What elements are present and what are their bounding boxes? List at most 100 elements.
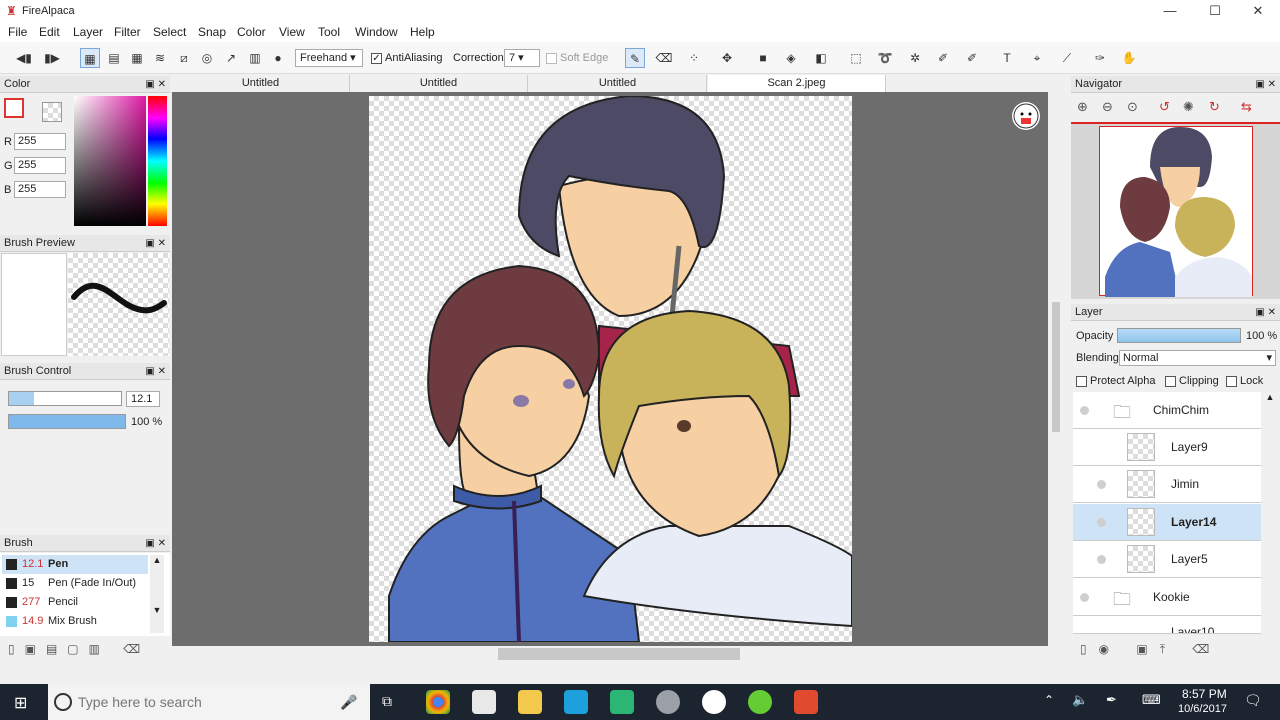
zoom-in-icon[interactable]: ⊕ bbox=[1077, 99, 1088, 115]
lasso-tool-icon[interactable]: ➰ bbox=[875, 48, 895, 68]
rotate-reset-icon[interactable]: ✺ bbox=[1183, 99, 1194, 115]
clock-date[interactable]: 10/6/2017 bbox=[1178, 703, 1227, 715]
menu-tool[interactable]: Tool bbox=[318, 25, 340, 39]
snap-curve-icon[interactable]: ↗ bbox=[221, 48, 241, 68]
select-tool-icon[interactable]: ⬚ bbox=[846, 48, 866, 68]
snap-circle-icon[interactable]: ◎ bbox=[197, 48, 217, 68]
menu-layer[interactable]: Layer bbox=[73, 25, 103, 39]
fill-tool-icon[interactable]: ■ bbox=[753, 48, 773, 68]
select-pen-icon[interactable]: ✐ bbox=[933, 48, 953, 68]
menu-file[interactable]: File bbox=[8, 25, 27, 39]
stroke-mode-select[interactable]: Freehand ▾ bbox=[295, 49, 363, 67]
bucket-tool-icon[interactable]: ◈ bbox=[781, 48, 801, 68]
visibility-eye-icon[interactable] bbox=[1097, 480, 1106, 489]
visibility-eye-icon[interactable] bbox=[1097, 518, 1106, 527]
tab-untitled-1[interactable]: Untitled bbox=[172, 75, 350, 92]
menu-select[interactable]: Select bbox=[153, 25, 186, 39]
zoom-out-icon[interactable]: ⊖ bbox=[1102, 99, 1113, 115]
brush-item-pencil[interactable]: 277 Pencil bbox=[2, 593, 148, 612]
show-hidden-icons-icon[interactable]: ⌃ bbox=[1044, 693, 1054, 707]
dot-tool-icon[interactable]: ⁘ bbox=[684, 48, 704, 68]
alpaca-mascot-icon[interactable] bbox=[1012, 102, 1040, 130]
layer-item-layer9[interactable]: Layer9 bbox=[1073, 429, 1261, 466]
snap-dot-icon[interactable]: ● bbox=[268, 48, 288, 68]
brush-list-scrollbar[interactable]: ▲ ▼ bbox=[150, 555, 164, 633]
brush-item-pen[interactable]: 12.1 Pen bbox=[2, 555, 148, 574]
firealpaca-taskbar-icon[interactable] bbox=[702, 690, 726, 714]
snap-3d-icon[interactable]: ▥ bbox=[245, 48, 265, 68]
visibility-eye-icon[interactable] bbox=[1097, 555, 1106, 564]
panel-buttons[interactable]: ▣ ✕ bbox=[1255, 76, 1276, 93]
windows-start-icon[interactable]: ⊞ bbox=[14, 693, 27, 713]
layer-opacity-slider[interactable] bbox=[1117, 328, 1241, 343]
volume-icon[interactable]: 🔈 bbox=[1072, 692, 1088, 708]
panel-buttons[interactable]: ▣ ✕ bbox=[145, 363, 166, 380]
store-icon[interactable] bbox=[472, 690, 496, 714]
visibility-eye-icon[interactable] bbox=[1080, 593, 1089, 602]
rotate-right-icon[interactable]: ↻ bbox=[1209, 99, 1220, 115]
clock-time[interactable]: 8:57 PM bbox=[1182, 687, 1227, 701]
tab-untitled-3[interactable]: Untitled bbox=[529, 75, 707, 92]
snap-grid-icon[interactable]: ▦ bbox=[127, 48, 147, 68]
brush-size-value[interactable]: 12.1 bbox=[126, 391, 160, 407]
primary-color-swatch[interactable] bbox=[4, 98, 24, 118]
canvas-h-scrollbar[interactable] bbox=[172, 646, 1062, 662]
rotate-left-icon[interactable]: ↺ bbox=[1159, 99, 1170, 115]
layer-folder-chimchim[interactable]: 🗀 ChimChim bbox=[1073, 392, 1261, 429]
brush-item-pen-fade[interactable]: 15 Pen (Fade In/Out) bbox=[2, 574, 148, 593]
layer-item-layer5[interactable]: Layer5 bbox=[1073, 541, 1261, 578]
antialiasing-checkbox[interactable]: ✓ AntiAliasing bbox=[371, 48, 442, 68]
clipping-checkbox[interactable]: Clipping bbox=[1165, 375, 1219, 387]
chrome-icon[interactable] bbox=[426, 690, 450, 714]
g-input[interactable]: 255 bbox=[14, 157, 66, 174]
protect-alpha-checkbox[interactable]: Protect Alpha bbox=[1076, 375, 1155, 387]
hand-tool-icon[interactable]: ✋ bbox=[1119, 48, 1139, 68]
magic-wand-icon[interactable]: ✲ bbox=[905, 48, 925, 68]
panel-buttons[interactable]: ▣ ✕ bbox=[145, 535, 166, 552]
layer-folder-kookie[interactable]: 🗀 Kookie bbox=[1073, 579, 1261, 616]
menu-filter[interactable]: Filter bbox=[114, 25, 141, 39]
snap-parallel-icon[interactable]: ▤ bbox=[104, 48, 124, 68]
brush-actions[interactable]: ▯▣▤▢▥ ⌫ bbox=[8, 642, 168, 656]
flip-icon[interactable]: ⇆ bbox=[1241, 99, 1252, 115]
layer-item-layer10[interactable]: Layer10 bbox=[1073, 616, 1261, 634]
minimize-button[interactable]: — bbox=[1148, 2, 1192, 20]
menu-edit[interactable]: Edit bbox=[39, 25, 60, 39]
color-saturation-square[interactable] bbox=[74, 96, 146, 226]
task-view-icon[interactable]: ⧉ bbox=[382, 693, 392, 710]
close-button[interactable]: ✕ bbox=[1236, 2, 1280, 20]
hue-slider[interactable] bbox=[148, 96, 167, 226]
layer-item-layer14[interactable]: Layer14 bbox=[1073, 504, 1261, 541]
visibility-eye-icon[interactable] bbox=[1080, 406, 1089, 415]
snap-radial-icon[interactable]: ≋ bbox=[150, 48, 170, 68]
navigator-preview[interactable] bbox=[1071, 124, 1280, 299]
secondary-color-swatch[interactable] bbox=[42, 102, 62, 122]
tab-untitled-2[interactable]: Untitled bbox=[350, 75, 528, 92]
notifications-icon[interactable]: 🗨 bbox=[1244, 692, 1262, 709]
app-icon[interactable] bbox=[656, 690, 680, 714]
prev-frame-icon[interactable]: ◀▮ bbox=[14, 48, 34, 68]
maximize-button[interactable]: ☐ bbox=[1193, 2, 1237, 20]
taskbar-search[interactable]: Type here to search 🎤 bbox=[48, 684, 370, 720]
gradient-tool-icon[interactable]: ◧ bbox=[811, 48, 831, 68]
recorder-icon[interactable] bbox=[794, 690, 818, 714]
pen-tool-icon[interactable]: ✎ bbox=[625, 48, 645, 68]
artwork-canvas[interactable] bbox=[369, 94, 853, 643]
snap-off-icon[interactable]: ▦ bbox=[80, 48, 100, 68]
brush-item-mix-brush[interactable]: 14.9 Mix Brush bbox=[2, 612, 148, 631]
snap-perspective-icon[interactable]: ⧄ bbox=[174, 48, 194, 68]
text-tool-icon[interactable]: T bbox=[997, 48, 1017, 68]
canvas-v-scrollbar[interactable] bbox=[1049, 92, 1063, 646]
layer-list-scrollbar[interactable]: ▲ bbox=[1263, 392, 1277, 634]
correction-select[interactable]: 7 ▾ bbox=[504, 49, 540, 67]
panel-buttons[interactable]: ▣ ✕ bbox=[1255, 304, 1276, 321]
operation-tool-icon[interactable]: ⌖ bbox=[1027, 48, 1047, 68]
brush-opacity-slider[interactable] bbox=[8, 414, 126, 429]
lock-checkbox[interactable]: Lock bbox=[1226, 375, 1263, 387]
move-tool-icon[interactable]: ✥ bbox=[717, 48, 737, 68]
skype-icon[interactable] bbox=[564, 690, 588, 714]
camtasia-icon[interactable] bbox=[610, 690, 634, 714]
menu-color[interactable]: Color bbox=[237, 25, 266, 39]
microphone-icon[interactable]: 🎤 bbox=[340, 684, 357, 720]
pen-workspace-icon[interactable]: ✒ bbox=[1106, 692, 1117, 708]
